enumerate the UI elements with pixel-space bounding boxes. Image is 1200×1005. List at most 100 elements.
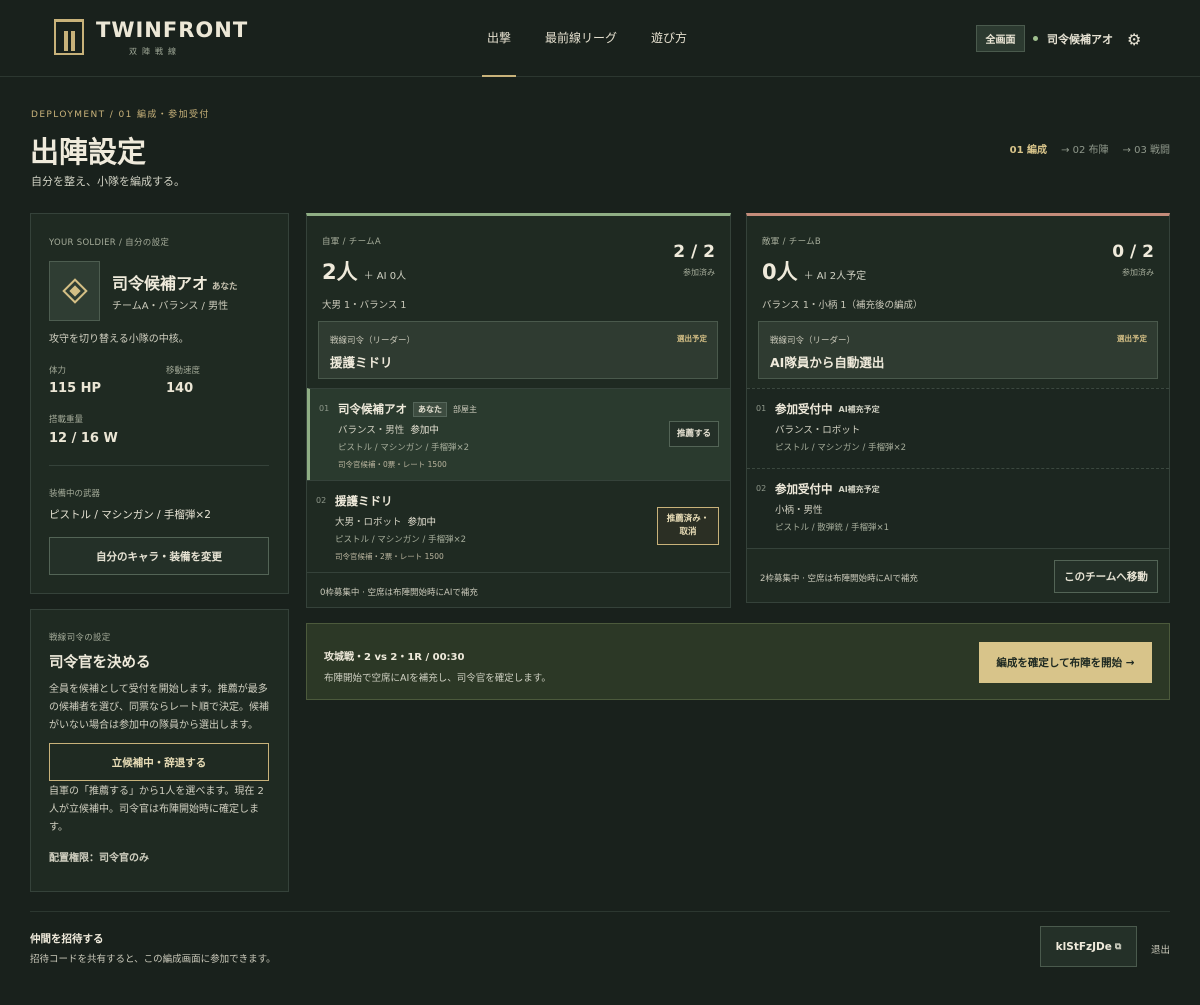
breadcrumb: DEPLOYMENT / 01 編成・参加受付 — [31, 110, 210, 120]
exit-link[interactable]: 退出 — [1151, 942, 1170, 956]
weapons-value: ピストル / マシンガン / 手榴弾×2 — [49, 509, 211, 521]
team-b-count-sub: ＋ AI 2人予定 — [803, 271, 867, 282]
you-badge: あなた — [413, 401, 447, 417]
battle-summary-bar: 攻城戦・2 vs 2・1R / 00:30 布陣開始で空席にAIを補充し、司令官… — [306, 623, 1170, 700]
leader-title: 戦線司令（リーダー） — [330, 336, 416, 346]
commander-panel: 戦線司令の設定 司令官を決める 全員を候補として受付を開始します。推薦が最多の候… — [30, 609, 289, 892]
divider — [49, 465, 269, 466]
invite-title: 仲間を招待する — [30, 933, 104, 945]
member-number: 02 — [316, 496, 327, 505]
leader-status: 選出予定 — [1117, 334, 1147, 343]
placement-permission: 配置権限：司令官のみ — [49, 853, 149, 864]
team-b-ratio: 0 / 2 — [1112, 242, 1154, 262]
diamond-emblem-icon — [61, 278, 88, 304]
weapons-label: 装備中の武器 — [49, 489, 101, 499]
member-state: 参加中 — [410, 425, 439, 436]
host-badge: 部屋主 — [453, 404, 477, 414]
commander-title: 司令官を決める — [49, 655, 151, 671]
member-row: 02 援護ミドリ 大男・ロボット 参加中 ピストル / マシンガン / 手榴弾×2… — [307, 480, 730, 572]
member-name-row: 参加受付中 AI補充予定 — [775, 401, 880, 417]
page-title: 出陣設定 — [30, 135, 147, 169]
confirm-and-deploy-button[interactable]: 編成を確定して布陣を開始 → — [979, 642, 1152, 683]
copy-icon: ⧉ — [1114, 941, 1122, 952]
move-to-team-button[interactable]: このチームへ移動 — [1054, 560, 1158, 593]
team-b-composition: バランス 1・小柄 1（補充後の編成） — [762, 300, 923, 311]
team-b-ratio-label: 参加済み — [1122, 268, 1154, 277]
nav-sortie[interactable]: 出撃 — [481, 0, 517, 77]
member-class: 大男・ロボット 参加中 — [335, 514, 436, 528]
member-rating: 司令官候補・2票・レート 1500 — [335, 552, 444, 561]
member-number: 01 — [319, 404, 330, 413]
ai-fill-badge: AI補充予定 — [838, 404, 880, 414]
commander-note: 自軍の「推薦する」から1人を選べます。現在 2 人が立候補中。司令官は布陣開始時… — [49, 786, 264, 833]
member-weapons: ピストル / マシンガン / 手榴弾×2 — [335, 535, 467, 545]
team-a-footer-text: 0枠募集中 · 空席は布陣開始時にAIで補充 — [320, 588, 478, 598]
leader-status: 選出予定 — [677, 334, 707, 343]
invite-description: 招待コードを共有すると、この編成画面に参加できます。 — [30, 954, 276, 965]
soldier-description: 攻守を切り替える小隊の中核。 — [49, 334, 189, 345]
main-nav: 出撃 最前線リーグ 遊び方 — [481, 0, 721, 77]
change-character-button[interactable]: 自分のキャラ・装備を変更 — [49, 537, 269, 575]
team-a-ratio-label: 参加済み — [683, 268, 715, 277]
team-b-label: 敵軍 / チームB — [762, 237, 822, 247]
member-name-row: 司令候補アオ あなた 部屋主 — [338, 401, 477, 417]
cancel-recommend-button[interactable]: 推薦済み・取消 — [657, 507, 719, 545]
member-name-row: 参加受付中 AI補充予定 — [775, 481, 880, 497]
member-class: バランス・男性 参加中 — [338, 422, 439, 436]
battle-mode: 攻城戦・2 vs 2・1R / 00:30 — [324, 652, 465, 663]
recommend-button[interactable]: 推薦する — [669, 421, 719, 447]
open-slot-row: 01 参加受付中 AI補充予定 バランス・ロボット ピストル / マシンガン /… — [747, 388, 1169, 468]
invite-code-button[interactable]: klStFzJDe ⧉ — [1040, 926, 1137, 967]
step-formation: 01 編成 — [1009, 145, 1048, 156]
soldier-name-row: 司令候補アオ あなた — [112, 270, 238, 294]
member-type: 大男・ロボット — [335, 517, 402, 528]
withdraw-candidacy-button[interactable]: 立候補中・辞退する — [49, 743, 269, 781]
member-weapons: ピストル / 散弾銃 / 手榴弾×1 — [775, 523, 890, 533]
member-state: 参加中 — [407, 517, 437, 528]
soldier-section-label: YOUR SOLDIER / 自分の設定 — [49, 238, 170, 248]
member-name: 援護ミドリ — [335, 494, 393, 508]
member-type: バランス・ロボット — [775, 425, 861, 436]
step-indicator: 01 編成 → 02 布陣 → 03 戦闘 — [1010, 141, 1170, 156]
commander-body: 全員を候補として受付を開始します。推薦が最多の候補者を選び、同票ならレート順で決… — [49, 684, 269, 731]
team-a-composition: 大男 1・バランス 1 — [322, 300, 407, 311]
online-status-dot — [1033, 36, 1038, 41]
team-a-count: 2人 ＋ AI 0人 — [322, 256, 406, 286]
step-deploy: → 02 布陣 — [1061, 145, 1109, 156]
nav-league[interactable]: 最前線リーグ — [545, 0, 617, 77]
team-b-panel: 敵軍 / チームB 0人 ＋ AI 2人予定 0 / 2 参加済み バランス 1・… — [746, 213, 1170, 603]
team-a-leader-box: 戦線司令（リーダー） 援護ミドリ 選出予定 — [318, 321, 718, 379]
member-rating: 司令官候補・0票・レート 1500 — [338, 460, 447, 469]
hp-value: 115 HP — [49, 381, 102, 396]
leader-title: 戦線司令（リーダー） — [770, 336, 856, 346]
page-subtitle: 自分を整え、小隊を編成する。 — [31, 175, 185, 188]
ai-fill-badge: AI補充予定 — [838, 484, 880, 494]
team-b-footer-text: 2枠募集中 · 空席は布陣開始時にAIで補充 — [760, 574, 918, 584]
team-a-panel: 自軍 / チームA 2人 ＋ AI 0人 2 / 2 参加済み 大男 1・バランス… — [306, 213, 731, 608]
member-type: バランス・男性 — [338, 425, 405, 436]
invite-code: klStFzJDe — [1055, 940, 1112, 953]
member-row: 01 司令候補アオ あなた 部屋主 バランス・男性 参加中 ピストル / マシンガ… — [307, 388, 730, 480]
member-number: 01 — [756, 404, 767, 413]
team-a-count-sub: ＋ AI 0人 — [363, 271, 407, 282]
you-tag: あなた — [212, 282, 238, 292]
logo-name: TWINFRONT — [96, 18, 249, 42]
load-label: 搭載重量 — [49, 415, 84, 425]
member-weapons: ピストル / マシンガン / 手榴弾×2 — [775, 443, 907, 453]
logo-emblem-icon — [54, 19, 84, 55]
battle-description: 布陣開始で空席にAIを補充し、司令官を確定します。 — [324, 673, 551, 684]
team-b-count: 0人 ＋ AI 2人予定 — [762, 256, 866, 286]
member-name: 参加受付中 — [775, 482, 833, 496]
commander-section-label: 戦線司令の設定 — [49, 633, 111, 643]
soldier-name: 司令候補アオ — [112, 274, 209, 293]
gear-icon[interactable]: ⚙ — [1127, 31, 1141, 49]
fullscreen-button[interactable]: 全画面 — [976, 25, 1025, 52]
soldier-panel: YOUR SOLDIER / 自分の設定 司令候補アオ あなた チームA・バランス… — [30, 213, 289, 594]
team-b-count-value: 0人 — [762, 260, 798, 284]
nav-howto[interactable]: 遊び方 — [651, 0, 687, 77]
avatar — [49, 261, 100, 321]
user-name[interactable]: 司令候補アオ — [1047, 31, 1113, 47]
logo[interactable]: TWINFRONT 双陣戦線 — [54, 19, 248, 57]
top-header: TWINFRONT 双陣戦線 出撃 最前線リーグ 遊び方 全画面 司令候補アオ … — [0, 0, 1200, 77]
step-battle: → 03 戦闘 — [1122, 145, 1170, 156]
